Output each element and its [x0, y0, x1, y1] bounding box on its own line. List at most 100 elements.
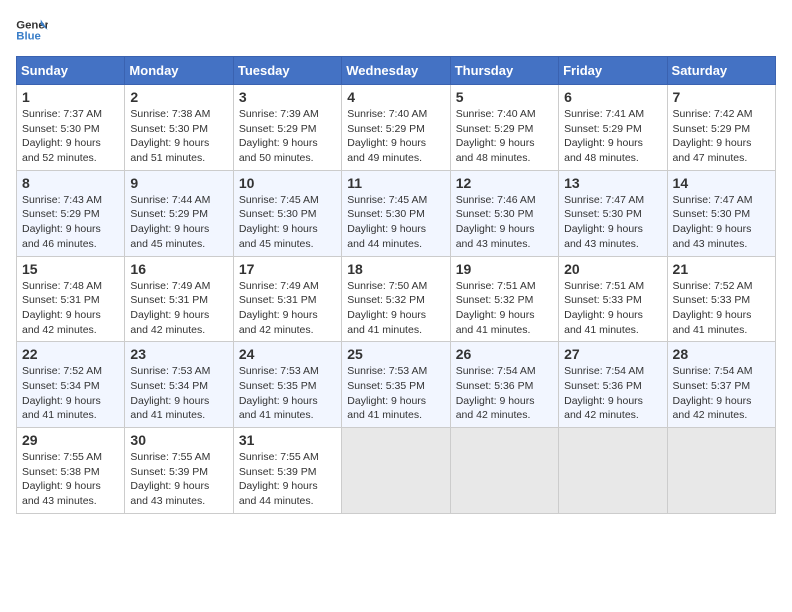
- calendar-cell: [450, 428, 558, 514]
- logo: General Blue: [16, 16, 48, 44]
- day-info: Sunrise: 7:50 AMSunset: 5:32 PMDaylight:…: [347, 279, 444, 338]
- day-info: Sunrise: 7:44 AMSunset: 5:29 PMDaylight:…: [130, 193, 227, 252]
- calendar-cell: 25 Sunrise: 7:53 AMSunset: 5:35 PMDayligh…: [342, 342, 450, 428]
- day-info: Sunrise: 7:54 AMSunset: 5:36 PMDaylight:…: [564, 364, 661, 423]
- day-number: 6: [564, 89, 661, 105]
- day-info: Sunrise: 7:54 AMSunset: 5:36 PMDaylight:…: [456, 364, 553, 423]
- day-number: 12: [456, 175, 553, 191]
- calendar-cell: 5 Sunrise: 7:40 AMSunset: 5:29 PMDaylight…: [450, 85, 558, 171]
- calendar-cell: 30 Sunrise: 7:55 AMSunset: 5:39 PMDayligh…: [125, 428, 233, 514]
- day-number: 4: [347, 89, 444, 105]
- calendar-cell: 2 Sunrise: 7:38 AMSunset: 5:30 PMDaylight…: [125, 85, 233, 171]
- day-of-week-header: Monday: [125, 57, 233, 85]
- day-of-week-header: Wednesday: [342, 57, 450, 85]
- calendar-cell: 1Sunrise: 7:37 AMSunset: 5:30 PMDaylight…: [17, 85, 125, 171]
- calendar-table: SundayMondayTuesdayWednesdayThursdayFrid…: [16, 56, 776, 514]
- day-number: 20: [564, 261, 661, 277]
- calendar-cell: 31Sunrise: 7:55 AMSunset: 5:39 PMDayligh…: [233, 428, 341, 514]
- day-number: 27: [564, 346, 661, 362]
- calendar-cell: 15Sunrise: 7:48 AMSunset: 5:31 PMDayligh…: [17, 256, 125, 342]
- day-number: 9: [130, 175, 227, 191]
- day-number: 10: [239, 175, 336, 191]
- calendar-cell: 18 Sunrise: 7:50 AMSunset: 5:32 PMDayligh…: [342, 256, 450, 342]
- calendar-cell: 22 Sunrise: 7:52 AMSunset: 5:34 PMDayligh…: [17, 342, 125, 428]
- calendar-cell: 4 Sunrise: 7:40 AMSunset: 5:29 PMDaylight…: [342, 85, 450, 171]
- day-number: 18: [347, 261, 444, 277]
- day-number: 1: [22, 89, 119, 105]
- day-number: 7: [673, 89, 770, 105]
- day-number: 22: [22, 346, 119, 362]
- calendar-cell: 11 Sunrise: 7:45 AMSunset: 5:30 PMDayligh…: [342, 170, 450, 256]
- day-number: 19: [456, 261, 553, 277]
- day-info: Sunrise: 7:51 AMSunset: 5:33 PMDaylight:…: [564, 279, 661, 338]
- day-of-week-header: Saturday: [667, 57, 775, 85]
- calendar-cell: 26 Sunrise: 7:54 AMSunset: 5:36 PMDayligh…: [450, 342, 558, 428]
- day-info: Sunrise: 7:41 AMSunset: 5:29 PMDaylight:…: [564, 107, 661, 166]
- day-info: Sunrise: 7:54 AMSunset: 5:37 PMDaylight:…: [673, 364, 770, 423]
- day-number: 11: [347, 175, 444, 191]
- logo-icon: General Blue: [16, 16, 48, 44]
- calendar-cell: [667, 428, 775, 514]
- calendar-week-row: 8Sunrise: 7:43 AMSunset: 5:29 PMDaylight…: [17, 170, 776, 256]
- day-info: Sunrise: 7:49 AMSunset: 5:31 PMDaylight:…: [130, 279, 227, 338]
- calendar-cell: 13 Sunrise: 7:47 AMSunset: 5:30 PMDayligh…: [559, 170, 667, 256]
- day-info: Sunrise: 7:53 AMSunset: 5:35 PMDaylight:…: [239, 364, 336, 423]
- calendar-week-row: 1Sunrise: 7:37 AMSunset: 5:30 PMDaylight…: [17, 85, 776, 171]
- day-info: Sunrise: 7:40 AMSunset: 5:29 PMDaylight:…: [347, 107, 444, 166]
- calendar-cell: 20 Sunrise: 7:51 AMSunset: 5:33 PMDayligh…: [559, 256, 667, 342]
- day-of-week-header: Thursday: [450, 57, 558, 85]
- calendar-cell: 17 Sunrise: 7:49 AMSunset: 5:31 PMDayligh…: [233, 256, 341, 342]
- day-number: 23: [130, 346, 227, 362]
- calendar-cell: 12 Sunrise: 7:46 AMSunset: 5:30 PMDayligh…: [450, 170, 558, 256]
- day-info: Sunrise: 7:45 AMSunset: 5:30 PMDaylight:…: [347, 193, 444, 252]
- day-number: 28: [673, 346, 770, 362]
- day-info: Sunrise: 7:48 AMSunset: 5:31 PMDaylight:…: [22, 279, 119, 338]
- day-number: 13: [564, 175, 661, 191]
- day-info: Sunrise: 7:52 AMSunset: 5:33 PMDaylight:…: [673, 279, 770, 338]
- calendar-cell: 8Sunrise: 7:43 AMSunset: 5:29 PMDaylight…: [17, 170, 125, 256]
- day-info: Sunrise: 7:55 AMSunset: 5:39 PMDaylight:…: [130, 450, 227, 509]
- day-of-week-header: Tuesday: [233, 57, 341, 85]
- day-number: 30: [130, 432, 227, 448]
- day-number: 14: [673, 175, 770, 191]
- calendar-cell: [342, 428, 450, 514]
- calendar-cell: 29 Sunrise: 7:55 AMSunset: 5:38 PMDayligh…: [17, 428, 125, 514]
- calendar-week-row: 29 Sunrise: 7:55 AMSunset: 5:38 PMDayligh…: [17, 428, 776, 514]
- day-number: 5: [456, 89, 553, 105]
- day-info: Sunrise: 7:47 AMSunset: 5:30 PMDaylight:…: [673, 193, 770, 252]
- day-number: 24: [239, 346, 336, 362]
- day-number: 17: [239, 261, 336, 277]
- day-of-week-header: Sunday: [17, 57, 125, 85]
- day-info: Sunrise: 7:51 AMSunset: 5:32 PMDaylight:…: [456, 279, 553, 338]
- day-number: 2: [130, 89, 227, 105]
- day-info: Sunrise: 7:55 AMSunset: 5:38 PMDaylight:…: [22, 450, 119, 509]
- day-number: 3: [239, 89, 336, 105]
- day-number: 25: [347, 346, 444, 362]
- page-header: General Blue: [16, 16, 776, 44]
- calendar-cell: 7Sunrise: 7:42 AMSunset: 5:29 PMDaylight…: [667, 85, 775, 171]
- day-info: Sunrise: 7:53 AMSunset: 5:35 PMDaylight:…: [347, 364, 444, 423]
- day-info: Sunrise: 7:40 AMSunset: 5:29 PMDaylight:…: [456, 107, 553, 166]
- calendar-cell: 14 Sunrise: 7:47 AMSunset: 5:30 PMDayligh…: [667, 170, 775, 256]
- calendar-cell: 27 Sunrise: 7:54 AMSunset: 5:36 PMDayligh…: [559, 342, 667, 428]
- day-number: 8: [22, 175, 119, 191]
- calendar-cell: 16 Sunrise: 7:49 AMSunset: 5:31 PMDayligh…: [125, 256, 233, 342]
- calendar-cell: 23 Sunrise: 7:53 AMSunset: 5:34 PMDayligh…: [125, 342, 233, 428]
- day-info: Sunrise: 7:52 AMSunset: 5:34 PMDaylight:…: [22, 364, 119, 423]
- day-info: Sunrise: 7:38 AMSunset: 5:30 PMDaylight:…: [130, 107, 227, 166]
- calendar-cell: 10Sunrise: 7:45 AMSunset: 5:30 PMDayligh…: [233, 170, 341, 256]
- calendar-cell: 6 Sunrise: 7:41 AMSunset: 5:29 PMDaylight…: [559, 85, 667, 171]
- day-number: 26: [456, 346, 553, 362]
- calendar-header-row: SundayMondayTuesdayWednesdayThursdayFrid…: [17, 57, 776, 85]
- calendar-cell: [559, 428, 667, 514]
- day-info: Sunrise: 7:47 AMSunset: 5:30 PMDaylight:…: [564, 193, 661, 252]
- svg-text:Blue: Blue: [16, 31, 41, 43]
- day-info: Sunrise: 7:49 AMSunset: 5:31 PMDaylight:…: [239, 279, 336, 338]
- day-info: Sunrise: 7:55 AMSunset: 5:39 PMDaylight:…: [239, 450, 336, 509]
- day-number: 29: [22, 432, 119, 448]
- day-number: 21: [673, 261, 770, 277]
- day-number: 16: [130, 261, 227, 277]
- calendar-cell: 19 Sunrise: 7:51 AMSunset: 5:32 PMDayligh…: [450, 256, 558, 342]
- day-info: Sunrise: 7:46 AMSunset: 5:30 PMDaylight:…: [456, 193, 553, 252]
- day-info: Sunrise: 7:53 AMSunset: 5:34 PMDaylight:…: [130, 364, 227, 423]
